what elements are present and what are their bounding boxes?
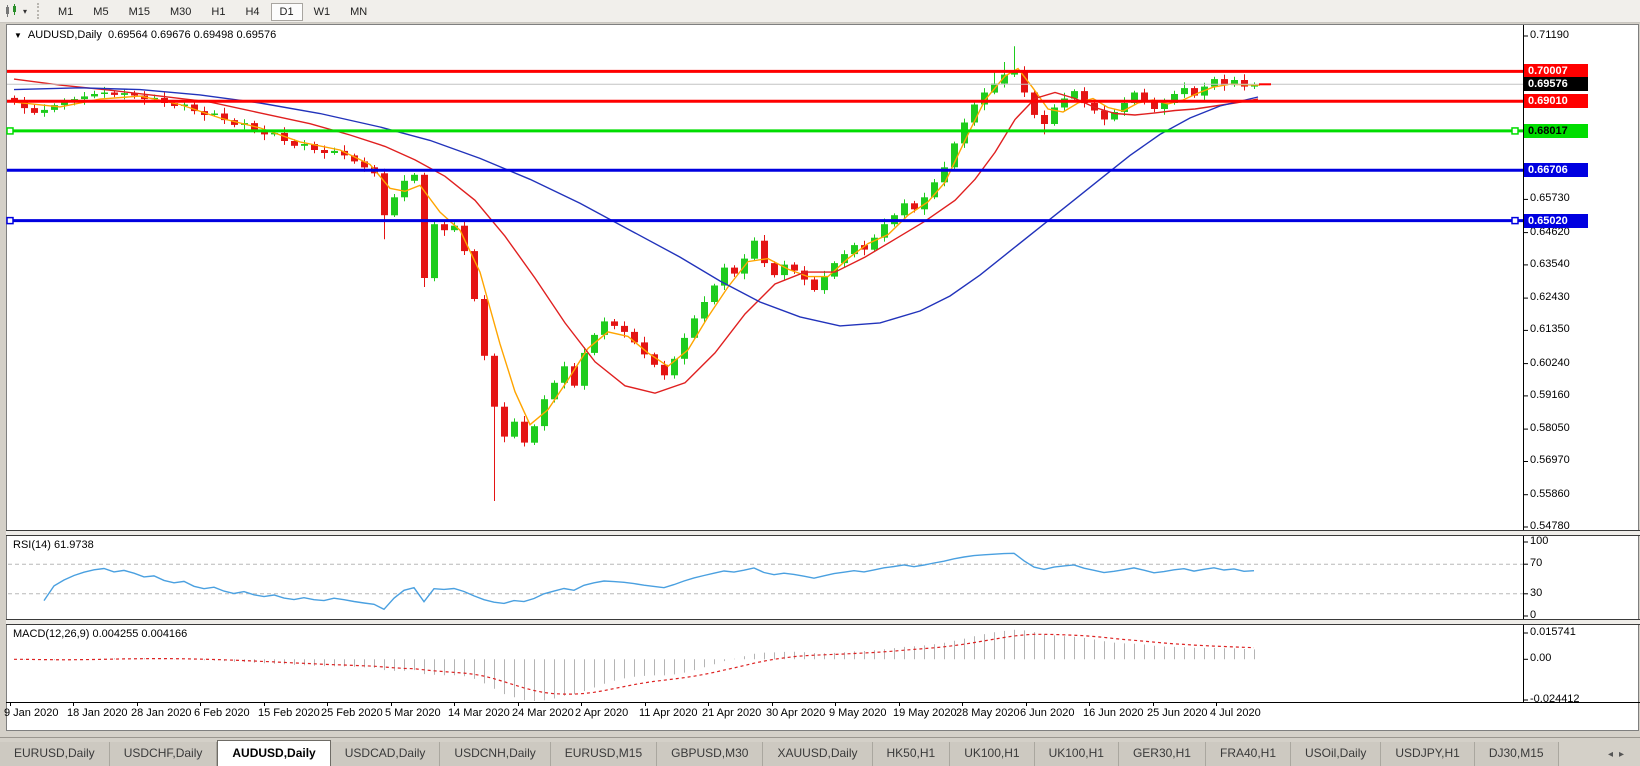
price-tick-0.65730: 0.65730 bbox=[1530, 192, 1570, 204]
mt4-window: ▾ M1M5M15M30H1H4D1W1MN ▼ AUDUSD,Daily 0.6… bbox=[0, 0, 1640, 765]
symbol-period: AUDUSD,Daily bbox=[28, 29, 102, 41]
chart-tab-uk100-h1[interactable]: UK100,H1 bbox=[1035, 742, 1119, 766]
date-tick-30-Apr-2020: 30 Apr 2020 bbox=[766, 707, 825, 719]
price-label-0.68017: 0.68017 bbox=[1524, 124, 1588, 138]
tab-scroll-right-icon: ▸ bbox=[1619, 749, 1630, 760]
rsi-tick-0: 0 bbox=[1530, 609, 1536, 621]
chart-tab-usdchf-daily[interactable]: USDCHF,Daily bbox=[110, 742, 218, 766]
rsi-tick-70: 70 bbox=[1530, 557, 1542, 569]
chart-tab-gbpusd-m30[interactable]: GBPUSD,M30 bbox=[657, 742, 763, 766]
price-tick-0.55860: 0.55860 bbox=[1530, 488, 1570, 500]
timeframe-button-m1[interactable]: M1 bbox=[49, 3, 82, 21]
price-tick-0.63540: 0.63540 bbox=[1530, 258, 1570, 270]
toolbar-grip[interactable] bbox=[37, 3, 42, 19]
chevron-down-icon[interactable]: ▾ bbox=[23, 7, 27, 16]
chart-type-icon[interactable]: ▾ bbox=[2, 3, 29, 19]
tab-scroll-left-icon: ◂ bbox=[1608, 749, 1619, 760]
price-tick-0.71190: 0.71190 bbox=[1530, 29, 1569, 41]
price-label-0.69010: 0.69010 bbox=[1524, 94, 1588, 108]
chart-tab-fra40-h1[interactable]: FRA40,H1 bbox=[1206, 742, 1291, 766]
date-tick-15-Feb-2020: 15 Feb 2020 bbox=[258, 707, 320, 719]
panel-splitter-rsi[interactable] bbox=[6, 530, 1640, 536]
chart-tab-usdcad-daily[interactable]: USDCAD,Daily bbox=[331, 742, 441, 766]
timeframe-button-m30[interactable]: M30 bbox=[161, 3, 200, 21]
date-tick-6-Jun-2020: 6 Jun 2020 bbox=[1020, 707, 1074, 719]
panel-splitter-macd[interactable] bbox=[6, 619, 1640, 625]
price-label-0.66706: 0.66706 bbox=[1524, 163, 1588, 177]
timeframe-buttons: M1M5M15M30H1H4D1W1MN bbox=[48, 2, 377, 20]
chart-tab-ger30-h1[interactable]: GER30,H1 bbox=[1119, 742, 1206, 766]
date-tick-28-May-2020: 28 May 2020 bbox=[956, 707, 1020, 719]
date-tick-25-Jun-2020: 25 Jun 2020 bbox=[1147, 707, 1208, 719]
chart-tab-usdjpy-h1[interactable]: USDJPY,H1 bbox=[1381, 742, 1474, 766]
date-tick-18-Jan-2020: 18 Jan 2020 bbox=[67, 707, 128, 719]
chart-title: ▼ AUDUSD,Daily 0.69564 0.69676 0.69498 0.… bbox=[14, 29, 276, 41]
tab-scroll-arrows[interactable]: ◂▸ bbox=[1608, 749, 1630, 760]
candlestick-glyph bbox=[4, 4, 20, 18]
price-tick-0.60240: 0.60240 bbox=[1530, 357, 1570, 369]
timeframe-button-h4[interactable]: H4 bbox=[236, 3, 268, 21]
chart-tab-eurusd-m15[interactable]: EURUSD,M15 bbox=[551, 742, 657, 766]
price-label-0.65020: 0.65020 bbox=[1524, 214, 1588, 228]
triangle-down-icon: ▼ bbox=[14, 31, 22, 40]
date-tick-19-May-2020: 19 May 2020 bbox=[893, 707, 957, 719]
chart-tab-bar: EURUSD,DailyUSDCHF,DailyAUDUSD,DailyUSDC… bbox=[0, 737, 1640, 766]
date-tick-21-Apr-2020: 21 Apr 2020 bbox=[702, 707, 761, 719]
timeframe-button-m15[interactable]: M15 bbox=[120, 3, 159, 21]
timeframe-button-mn[interactable]: MN bbox=[341, 3, 376, 21]
timeframe-toolbar: ▾ M1M5M15M30H1H4D1W1MN bbox=[0, 0, 1640, 23]
date-tick-6-Feb-2020: 6 Feb 2020 bbox=[194, 707, 250, 719]
price-tick-0.59160: 0.59160 bbox=[1530, 389, 1570, 401]
date-tick-9-Jan-2020: 9 Jan 2020 bbox=[4, 707, 58, 719]
chart-tab-xauusd-daily[interactable]: XAUUSD,Daily bbox=[763, 742, 872, 766]
price-label-0.70007: 0.70007 bbox=[1524, 64, 1588, 78]
chart-tab-audusd-daily[interactable]: AUDUSD,Daily bbox=[217, 740, 330, 766]
price-tick-0.62430: 0.62430 bbox=[1530, 291, 1570, 303]
price-tick-0.54780: 0.54780 bbox=[1530, 520, 1570, 532]
timeframe-button-d1[interactable]: D1 bbox=[271, 3, 303, 21]
timeframe-button-m5[interactable]: M5 bbox=[84, 3, 117, 21]
rsi-label: RSI(14) 61.9738 bbox=[13, 539, 94, 551]
chart-tab-uk100-h1[interactable]: UK100,H1 bbox=[950, 742, 1034, 766]
chart-tabs: EURUSD,DailyUSDCHF,DailyAUDUSD,DailyUSDC… bbox=[0, 740, 1559, 766]
rsi-tick-30: 30 bbox=[1530, 587, 1542, 599]
price-tick-0.58050: 0.58050 bbox=[1530, 422, 1570, 434]
macd-tick--0.024412: -0.024412 bbox=[1530, 693, 1580, 705]
date-tick-14-Mar-2020: 14 Mar 2020 bbox=[448, 707, 510, 719]
chart-tab-usdcnh-daily[interactable]: USDCNH,Daily bbox=[440, 742, 550, 766]
macd-tick-0.015741: 0.015741 bbox=[1530, 626, 1576, 638]
date-tick-16-Jun-2020: 16 Jun 2020 bbox=[1083, 707, 1144, 719]
ohlc-values: 0.69564 0.69676 0.69498 0.69576 bbox=[108, 29, 276, 41]
date-tick-4-Jul-2020: 4 Jul 2020 bbox=[1210, 707, 1261, 719]
date-tick-9-May-2020: 9 May 2020 bbox=[829, 707, 886, 719]
timeframe-button-w1[interactable]: W1 bbox=[305, 3, 340, 21]
macd-tick-0.00: 0.00 bbox=[1530, 652, 1551, 664]
date-tick-11-Apr-2020: 11 Apr 2020 bbox=[639, 707, 698, 719]
price-tick-0.61350: 0.61350 bbox=[1530, 323, 1570, 335]
date-tick-25-Feb-2020: 25 Feb 2020 bbox=[321, 707, 383, 719]
macd-label: MACD(12,26,9) 0.004255 0.004166 bbox=[13, 628, 187, 640]
date-tick-5-Mar-2020: 5 Mar 2020 bbox=[385, 707, 441, 719]
timeframe-button-h1[interactable]: H1 bbox=[202, 3, 234, 21]
price-label-0.69576: 0.69576 bbox=[1524, 77, 1588, 91]
date-tick-28-Jan-2020: 28 Jan 2020 bbox=[131, 707, 192, 719]
price-tick-0.56970: 0.56970 bbox=[1530, 454, 1570, 466]
rsi-tick-100: 100 bbox=[1530, 535, 1548, 547]
chart-tab-usoil-daily[interactable]: USOil,Daily bbox=[1291, 742, 1381, 766]
chart-tab-dj30-m15[interactable]: DJ30,M15 bbox=[1475, 742, 1559, 766]
date-tick-2-Apr-2020: 2 Apr 2020 bbox=[575, 707, 628, 719]
date-tick-24-Mar-2020: 24 Mar 2020 bbox=[512, 707, 574, 719]
chart-tab-eurusd-daily[interactable]: EURUSD,Daily bbox=[0, 742, 110, 766]
chart-tab-hk50-h1[interactable]: HK50,H1 bbox=[873, 742, 951, 766]
